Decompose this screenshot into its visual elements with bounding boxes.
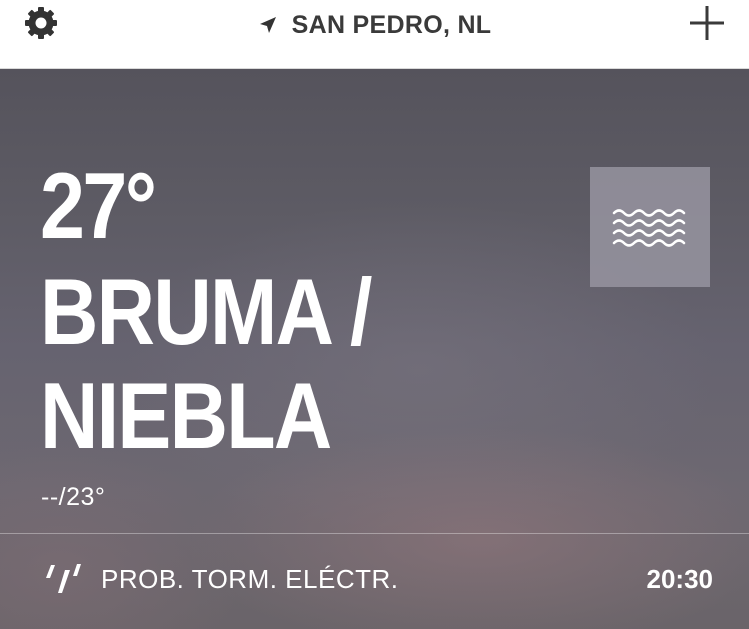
location-name: SAN PEDRO, NL bbox=[291, 10, 492, 39]
alert-time: 20:30 bbox=[646, 564, 714, 594]
location-arrow-icon bbox=[258, 15, 278, 35]
current-temperature: 27° bbox=[40, 153, 157, 258]
rain-icon bbox=[44, 562, 84, 601]
condition-line-2: NIEBLA bbox=[40, 363, 332, 468]
top-bar: SAN PEDRO, NL bbox=[0, 0, 749, 69]
fog-waves-icon bbox=[590, 167, 710, 287]
condition-line-1: BRUMA / bbox=[40, 259, 372, 364]
high-low-temperature: --/23° bbox=[41, 483, 106, 511]
alert-text: PROB. TORM. ELÉCTR. bbox=[101, 564, 399, 594]
plus-icon[interactable] bbox=[688, 4, 726, 42]
current-weather-panel: 27° BRUMA / NIEBLA --/23° PROB. TORM. EL bbox=[0, 69, 749, 629]
weather-alert-row[interactable]: PROB. TORM. ELÉCTR. 20:30 bbox=[0, 534, 749, 629]
location-selector[interactable]: SAN PEDRO, NL bbox=[0, 8, 749, 42]
